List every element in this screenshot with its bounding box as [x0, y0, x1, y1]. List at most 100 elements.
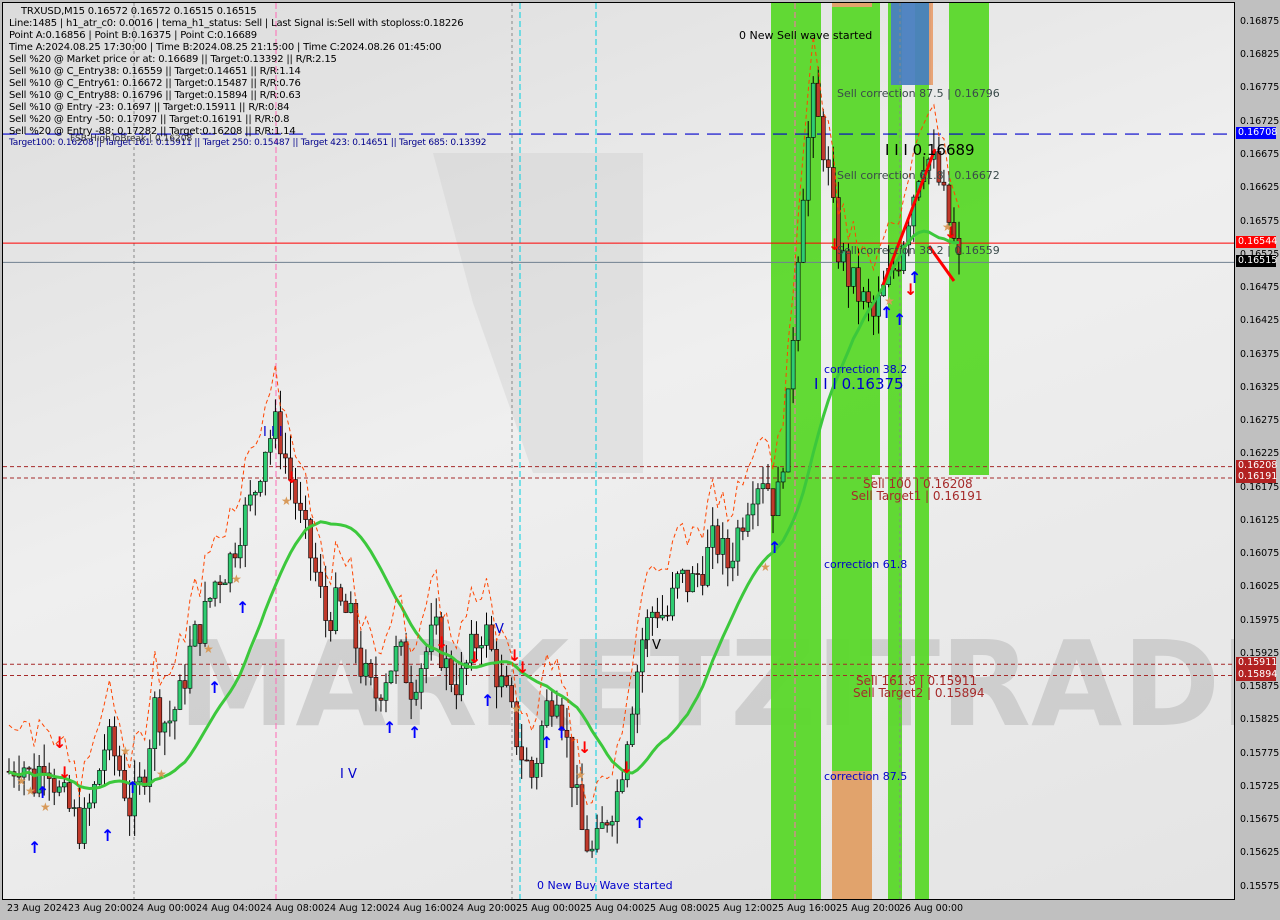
- candle-body: [594, 828, 600, 850]
- signal-info-line: Sell %20 @ Entry -50: 0.17097 || Target:…: [9, 114, 290, 125]
- candle-body: [87, 802, 92, 809]
- candle-body: [252, 492, 258, 496]
- price-tick-label: 0.16875: [1240, 15, 1280, 27]
- candle-body: [544, 700, 550, 726]
- sell-arrow-icon: ↓: [516, 658, 529, 677]
- candle-body: [303, 510, 308, 520]
- time-tick-label: 25 Aug 20:00: [836, 903, 901, 914]
- time-tick-label: 24 Aug 04:00: [196, 903, 261, 914]
- price-tag: 0.16544: [1236, 236, 1278, 249]
- price-tag: 0.16208: [1236, 459, 1278, 472]
- candle-body: [26, 767, 32, 770]
- candle-body: [710, 525, 716, 548]
- price-tick-label: 0.16025: [1240, 581, 1280, 593]
- sell-correction-618-label: Sell correction 61.8 | 0.16672: [837, 169, 1000, 182]
- time-tick-label: 24 Aug 20:00: [452, 903, 517, 914]
- candle-body: [177, 680, 183, 710]
- candle-body: [549, 700, 555, 717]
- price-tick-label: 0.16225: [1240, 448, 1280, 460]
- time-tick-label: 25 Aug 12:00: [708, 903, 773, 914]
- candle-body: [795, 261, 801, 341]
- signal-info-line: Sell %10 @ Entry -23: 0.1697 || Target:0…: [9, 102, 290, 113]
- candle-body: [484, 624, 489, 646]
- signal-info-line: Sell %10 @ C_Entry88: 0.16796 || Target:…: [9, 90, 301, 101]
- time-tick-label: 26 Aug 00:00: [899, 903, 964, 914]
- star-marker-icon: ★: [203, 642, 214, 656]
- candle-body: [107, 726, 112, 751]
- price-tick-label: 0.15575: [1240, 880, 1280, 892]
- candle-body: [338, 587, 344, 602]
- candle-body: [283, 453, 288, 459]
- correction-618-label: correction 61.8: [824, 558, 908, 571]
- candle-body: [660, 614, 665, 619]
- candle-body: [489, 624, 494, 650]
- correction-875-label: correction 87.5: [824, 770, 908, 783]
- time-tick-label: 24 Aug 16:00: [388, 903, 453, 914]
- candle-body: [705, 547, 710, 586]
- candle-body: [242, 504, 248, 546]
- candle-body: [398, 641, 404, 647]
- candle-body: [97, 770, 102, 785]
- candle-body: [775, 481, 781, 517]
- candle-body: [815, 82, 821, 117]
- candle-body: [197, 624, 203, 644]
- candle-body: [102, 749, 107, 771]
- fsb-label: FSB-HighToBreak | 0.16208: [70, 134, 193, 144]
- candle-body: [172, 709, 178, 722]
- point-b-label: I I I 0.16375: [814, 375, 904, 393]
- star-marker-icon: ★: [120, 744, 131, 758]
- candle-body: [589, 848, 595, 852]
- price-tick-label: 0.15975: [1240, 614, 1280, 626]
- price-tick-label: 0.16575: [1240, 215, 1280, 227]
- candle-body: [187, 645, 193, 689]
- candle-body: [494, 649, 499, 688]
- candle-body: [418, 668, 424, 693]
- price-tick-label: 0.16175: [1240, 481, 1280, 493]
- sell-arrow-icon: ↓: [53, 733, 66, 752]
- candle-body: [810, 82, 816, 138]
- sell-arrow-icon: ↓: [904, 280, 917, 299]
- candle-body: [826, 159, 831, 168]
- zone-band: [832, 3, 872, 899]
- candle-body: [534, 763, 540, 778]
- candle-body: [599, 822, 605, 829]
- new-buy-wave-label: 0 New Buy Wave started: [537, 879, 673, 892]
- candle-body: [504, 675, 509, 686]
- candle-body: [328, 620, 333, 631]
- chart-area[interactable]: MARKETZITRADE ↑ ↑ ↑ ↑ ↑ ↑ ↑ ↑ ↑ ↑ ↑ ↑ ↑ ↑ ↑ ↑ ↓ ↓ ↓ ↓ ↓ ↓ ↓ ↓ ↓ ↓ ↓…: [2, 2, 1235, 900]
- price-tick-label: 0.16625: [1240, 182, 1280, 194]
- candle-body: [629, 713, 635, 745]
- candle-body: [745, 514, 751, 532]
- candle-body: [388, 670, 394, 684]
- candle-body: [313, 557, 318, 573]
- candle-body: [499, 675, 504, 688]
- candle-body: [524, 759, 530, 762]
- candle-body: [861, 291, 866, 302]
- buy-arrow-icon: ↑: [383, 718, 396, 737]
- price-tick-label: 0.16375: [1240, 348, 1280, 360]
- star-marker-icon: ★: [281, 494, 292, 508]
- price-tick-label: 0.16475: [1240, 282, 1280, 294]
- candle-body: [212, 581, 218, 599]
- candle-body: [800, 199, 806, 263]
- candle-body: [393, 646, 399, 672]
- star-marker-icon: ★: [511, 702, 522, 716]
- signal-info-line: Sell %10 @ C_Entry38: 0.16559 || Target:…: [9, 66, 301, 77]
- candle-body: [182, 680, 188, 689]
- candle-body: [715, 525, 721, 555]
- candle-body: [856, 267, 861, 302]
- price-tick-label: 0.15875: [1240, 681, 1280, 693]
- candle-body: [298, 502, 303, 511]
- price-tick-label: 0.16675: [1240, 148, 1280, 160]
- candle-body: [323, 586, 328, 621]
- star-marker-icon: ★: [942, 220, 953, 234]
- star-marker-icon: ★: [760, 560, 771, 574]
- price-tick-label: 0.16825: [1240, 49, 1280, 61]
- candle-body: [217, 581, 223, 586]
- price-tick-label: 0.16425: [1240, 315, 1280, 327]
- candle-body: [519, 746, 524, 761]
- star-marker-icon: ★: [25, 784, 36, 798]
- candle-body: [333, 587, 339, 631]
- time-tick-label: 25 Aug 00:00: [516, 903, 581, 914]
- star-marker-icon: ★: [575, 768, 586, 782]
